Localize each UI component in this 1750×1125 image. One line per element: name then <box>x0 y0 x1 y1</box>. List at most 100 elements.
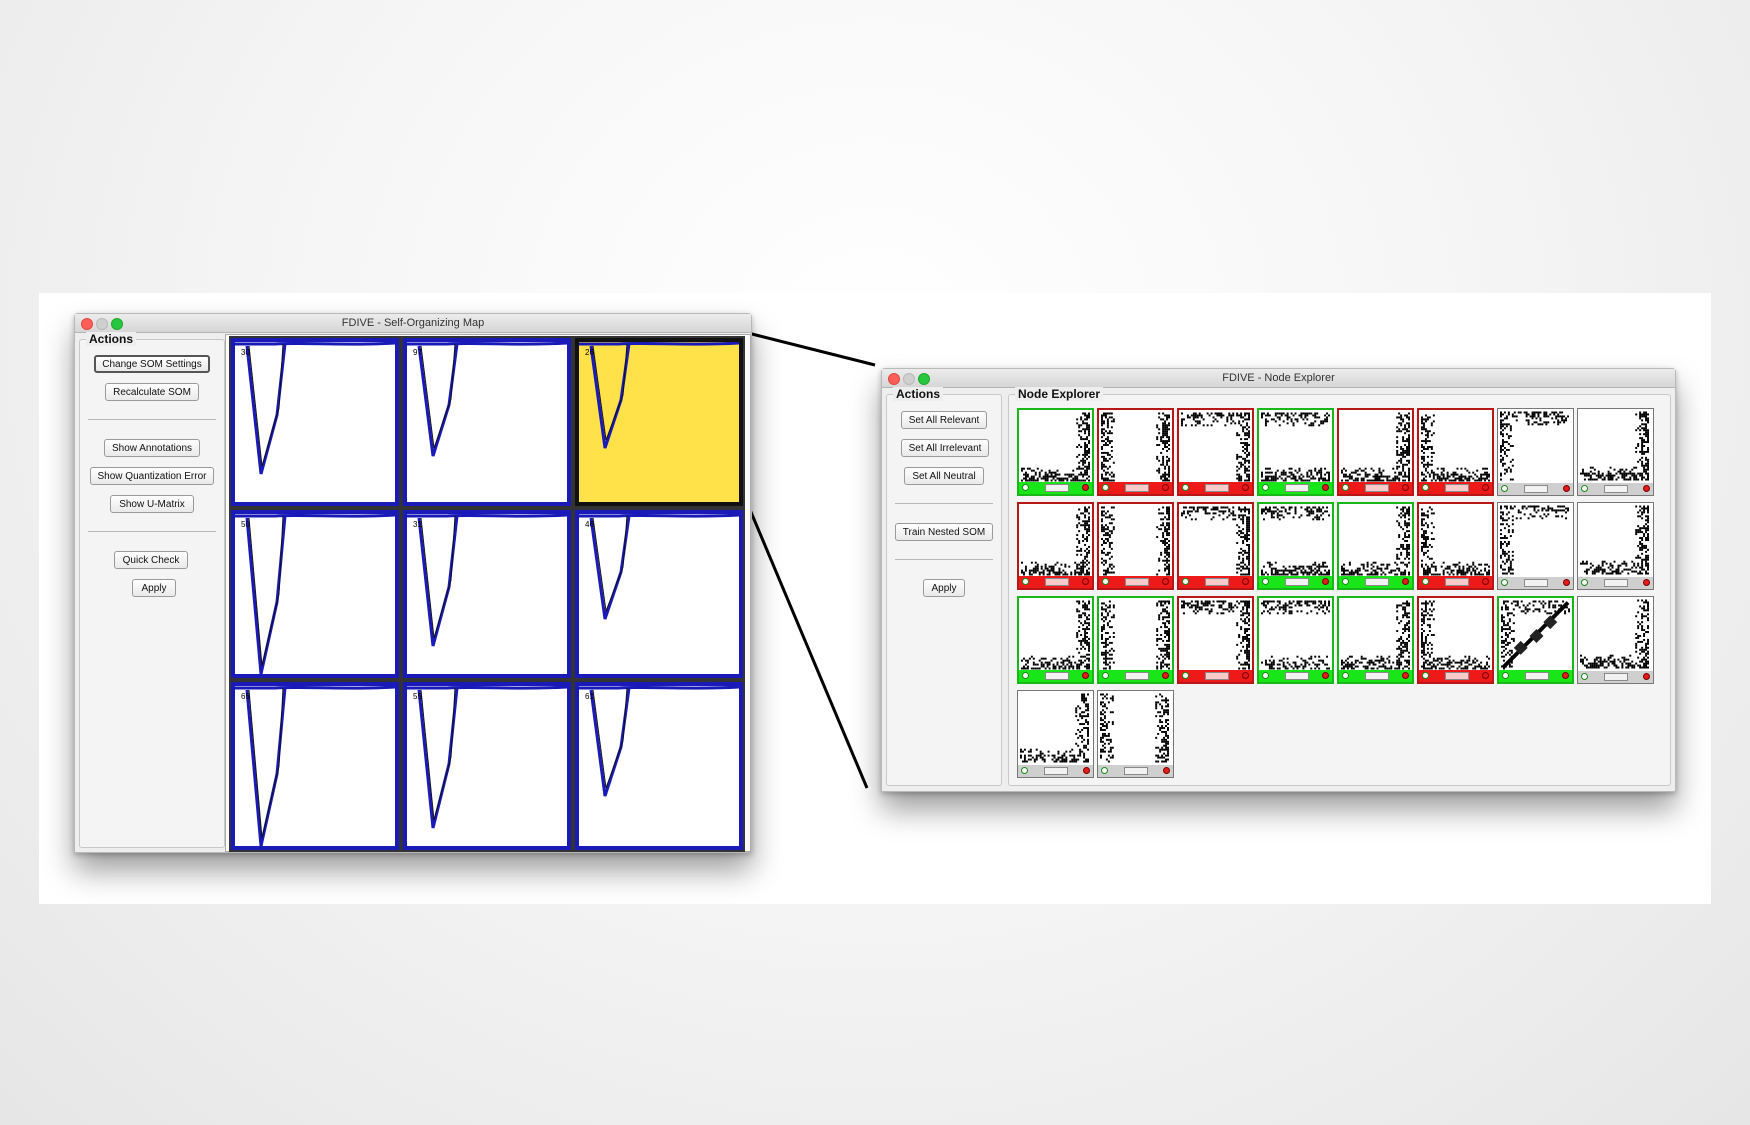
irrelevant-radio[interactable] <box>1402 672 1409 679</box>
node-tile[interactable] <box>1177 502 1254 590</box>
irrelevant-radio[interactable] <box>1163 767 1170 774</box>
change-som-settings-button[interactable]: Change SOM Settings <box>94 355 210 373</box>
relevance-slider[interactable] <box>1604 485 1628 493</box>
irrelevant-radio[interactable] <box>1402 484 1409 491</box>
relevant-radio[interactable] <box>1501 579 1508 586</box>
relevance-slider[interactable] <box>1445 672 1469 680</box>
relevance-slider[interactable] <box>1125 578 1149 586</box>
relevance-slider[interactable] <box>1125 484 1149 492</box>
irrelevant-radio[interactable] <box>1563 485 1570 492</box>
relevant-radio[interactable] <box>1422 484 1429 491</box>
relevance-slider[interactable] <box>1285 672 1309 680</box>
recalculate-som-button[interactable]: Recalculate SOM <box>105 383 199 401</box>
relevance-slider[interactable] <box>1365 484 1389 492</box>
som-node[interactable]: 30 <box>229 336 401 508</box>
relevant-radio[interactable] <box>1581 485 1588 492</box>
relevance-slider[interactable] <box>1445 484 1469 492</box>
minimize-window-icon[interactable] <box>903 373 915 385</box>
relevance-slider[interactable] <box>1445 578 1469 586</box>
set-all-neutral-button[interactable]: Set All Neutral <box>904 467 984 485</box>
node-tile[interactable] <box>1497 596 1574 684</box>
relevance-slider[interactable] <box>1205 578 1229 586</box>
node-tile[interactable] <box>1417 596 1494 684</box>
som-node[interactable]: 55 <box>401 680 573 852</box>
relevance-slider[interactable] <box>1044 767 1068 775</box>
relevance-slider[interactable] <box>1125 672 1149 680</box>
node-tile[interactable] <box>1337 408 1414 496</box>
node-tile[interactable] <box>1257 596 1334 684</box>
irrelevant-radio[interactable] <box>1322 672 1329 679</box>
relevance-slider[interactable] <box>1045 672 1069 680</box>
som-node[interactable]: 46 <box>573 508 745 680</box>
relevance-slider[interactable] <box>1525 672 1549 680</box>
relevant-radio[interactable] <box>1262 578 1269 585</box>
node-tile[interactable] <box>1097 408 1174 496</box>
irrelevant-radio[interactable] <box>1562 672 1569 679</box>
irrelevant-radio[interactable] <box>1162 484 1169 491</box>
relevance-slider[interactable] <box>1365 672 1389 680</box>
node-tile[interactable] <box>1417 408 1494 496</box>
node-tile[interactable] <box>1017 502 1094 590</box>
relevant-radio[interactable] <box>1502 672 1509 679</box>
som-node[interactable]: 31 <box>401 508 573 680</box>
relevance-slider[interactable] <box>1285 578 1309 586</box>
relevant-radio[interactable] <box>1022 484 1029 491</box>
node-tile[interactable] <box>1257 408 1334 496</box>
relevant-radio[interactable] <box>1022 578 1029 585</box>
node-tile[interactable] <box>1177 408 1254 496</box>
node-tile[interactable] <box>1337 502 1414 590</box>
relevance-slider[interactable] <box>1365 578 1389 586</box>
irrelevant-radio[interactable] <box>1162 578 1169 585</box>
relevant-radio[interactable] <box>1182 578 1189 585</box>
som-node[interactable]: 26 <box>573 336 745 508</box>
irrelevant-radio[interactable] <box>1643 485 1650 492</box>
relevant-radio[interactable] <box>1182 484 1189 491</box>
node-tile[interactable] <box>1497 408 1574 496</box>
node-tile[interactable] <box>1577 408 1654 496</box>
relevant-radio[interactable] <box>1102 484 1109 491</box>
relevant-radio[interactable] <box>1101 767 1108 774</box>
relevance-slider[interactable] <box>1205 672 1229 680</box>
node-tile[interactable] <box>1097 690 1174 778</box>
node-tile[interactable] <box>1097 596 1174 684</box>
node-tile[interactable] <box>1257 502 1334 590</box>
relevance-slider[interactable] <box>1524 485 1548 493</box>
relevance-slider[interactable] <box>1205 484 1229 492</box>
irrelevant-radio[interactable] <box>1242 672 1249 679</box>
som-node[interactable]: 97 <box>401 336 573 508</box>
som-node[interactable]: 50 <box>229 508 401 680</box>
relevance-slider[interactable] <box>1124 767 1148 775</box>
relevant-radio[interactable] <box>1501 485 1508 492</box>
show-annotations-button[interactable]: Show Annotations <box>104 439 200 457</box>
node-tile[interactable] <box>1017 690 1094 778</box>
irrelevant-radio[interactable] <box>1563 579 1570 586</box>
relevant-radio[interactable] <box>1262 484 1269 491</box>
irrelevant-radio[interactable] <box>1082 484 1089 491</box>
irrelevant-radio[interactable] <box>1643 579 1650 586</box>
relevance-slider[interactable] <box>1045 578 1069 586</box>
relevant-radio[interactable] <box>1342 672 1349 679</box>
node-tile[interactable] <box>1577 596 1654 684</box>
node-tile[interactable] <box>1497 502 1574 590</box>
irrelevant-radio[interactable] <box>1083 767 1090 774</box>
node-tile[interactable] <box>1017 408 1094 496</box>
relevance-slider[interactable] <box>1604 579 1628 587</box>
relevant-radio[interactable] <box>1262 672 1269 679</box>
relevant-radio[interactable] <box>1022 672 1029 679</box>
zoom-window-icon[interactable] <box>918 373 930 385</box>
relevant-radio[interactable] <box>1422 578 1429 585</box>
irrelevant-radio[interactable] <box>1643 673 1650 680</box>
relevant-radio[interactable] <box>1021 767 1028 774</box>
node-tile[interactable] <box>1177 596 1254 684</box>
node-apply-button[interactable]: Apply <box>923 579 965 597</box>
relevant-radio[interactable] <box>1422 672 1429 679</box>
node-tile[interactable] <box>1337 596 1414 684</box>
irrelevant-radio[interactable] <box>1242 578 1249 585</box>
relevant-radio[interactable] <box>1581 673 1588 680</box>
irrelevant-radio[interactable] <box>1082 672 1089 679</box>
relevance-slider[interactable] <box>1285 484 1309 492</box>
som-node[interactable]: 65 <box>229 680 401 852</box>
set-all-relevant-button[interactable]: Set All Relevant <box>901 411 987 429</box>
relevant-radio[interactable] <box>1102 672 1109 679</box>
close-window-icon[interactable] <box>888 373 900 385</box>
